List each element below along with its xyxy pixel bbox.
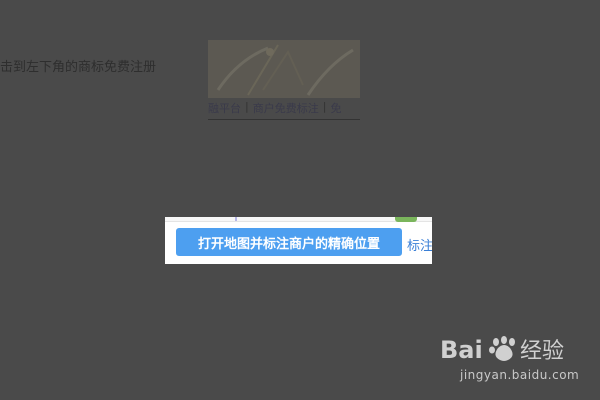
popup-top-strip: [165, 217, 432, 222]
popup-strip-divider: [235, 217, 237, 221]
svg-text:经验: 经验: [520, 339, 564, 364]
map-popup: 打开地图并标注商户的精确位置 标注: [165, 217, 432, 264]
nav-item: 商户免费标注: [252, 102, 319, 115]
nav-separator: |: [322, 100, 327, 113]
watermark-url: jingyan.baidu.com: [460, 368, 580, 382]
svg-text:Bai: Bai: [440, 336, 483, 364]
baidu-jingyan-logo: Bai 经验: [440, 336, 564, 364]
nav-item: 融平台: [208, 102, 241, 115]
mark-link[interactable]: 标注: [407, 235, 432, 254]
background-intro-text: 击到左下角的商标免费注册: [0, 60, 157, 75]
nav-separator: |: [245, 100, 249, 113]
background-nav: 融平台 | 商户免费标注 | 免: [208, 100, 360, 116]
open-map-button[interactable]: 打开地图并标注商户的精确位置: [176, 228, 402, 256]
nav-underline: [208, 119, 360, 120]
page: 击到左下角的商标免费注册 融平台 | 商户免费标注 | 免 打开地图并标注商户的…: [0, 0, 600, 400]
nav-item: 免: [330, 102, 342, 115]
banner-image: [208, 40, 360, 98]
baidu-jingyan-watermark: Bai 经验 jingyan.baidu.com: [440, 328, 580, 388]
popup-strip-accent: [395, 217, 417, 222]
